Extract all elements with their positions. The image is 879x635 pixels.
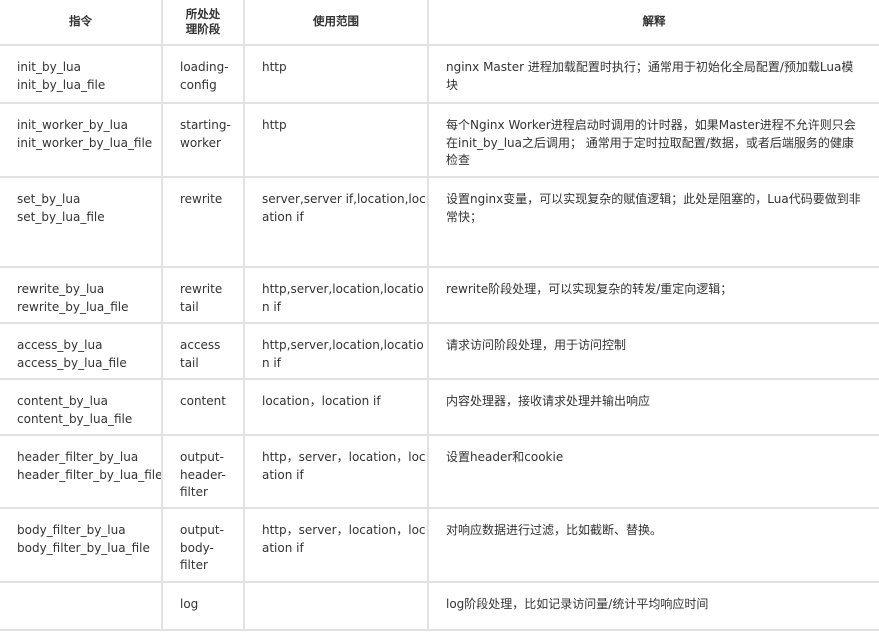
directive-cell: init_by_lua init_by_lua_file bbox=[0, 45, 163, 104]
explain-cell: 设置header和cookie bbox=[428, 435, 879, 509]
directive-cell: header_filter_by_lua header_filter_by_lua… bbox=[0, 435, 163, 509]
directive-cell: content_by_lua content_by_lua_file bbox=[0, 379, 163, 436]
directive-name: body_filter_by_lua bbox=[17, 523, 126, 537]
table-header-row: 指令 所处处 理阶段 使用范围 解释 bbox=[0, 0, 879, 46]
directive-name: init_by_lua bbox=[17, 60, 81, 74]
header-phase: 所处处 理阶段 bbox=[162, 0, 245, 46]
directive-file-name: body_filter_by_lua_file bbox=[17, 540, 150, 555]
scope-cell: http bbox=[244, 103, 429, 178]
directive-file-name: set_by_lua_file bbox=[17, 209, 105, 224]
phase-cell: rewrite bbox=[162, 177, 245, 268]
table-row: rewrite_by_lua rewrite_by_lua_file rewrit… bbox=[0, 267, 879, 324]
phase-cell: access tail bbox=[162, 323, 245, 380]
phase-cell: rewrite tail bbox=[162, 267, 245, 324]
table-row: log log阶段处理，比如记录访问量/统计平均响应时间 bbox=[0, 582, 879, 631]
directive-cell: body_filter_by_lua body_filter_by_lua_fil… bbox=[0, 508, 163, 583]
directive-file-name: rewrite_by_lua_file bbox=[17, 299, 129, 314]
header-directive: 指令 bbox=[0, 0, 163, 46]
explain-cell: 每个Nginx Worker进程启动时调用的计时器，如果Master进程不允许则… bbox=[428, 103, 879, 178]
scope-cell: http，server，location，location if bbox=[244, 508, 429, 583]
phase-cell: output- body- filter bbox=[162, 508, 245, 583]
explain-cell: 内容处理器，接收请求处理并输出响应 bbox=[428, 379, 879, 436]
table-row: access_by_lua access_by_lua_file access t… bbox=[0, 323, 879, 380]
table-row: content_by_lua content_by_lua_file conten… bbox=[0, 379, 879, 436]
scope-cell: server,server if,location,location if bbox=[244, 177, 429, 268]
directive-file-name: init_worker_by_lua_file bbox=[17, 135, 153, 150]
directive-file-name: init_by_lua_file bbox=[17, 77, 106, 92]
directive-name: access_by_lua bbox=[17, 338, 103, 352]
explain-cell: rewrite阶段处理，可以实现复杂的转发/重定向逻辑； bbox=[428, 267, 879, 324]
table-row: body_filter_by_lua body_filter_by_lua_fil… bbox=[0, 508, 879, 583]
header-explain: 解释 bbox=[428, 0, 879, 46]
directive-cell: access_by_lua access_by_lua_file bbox=[0, 323, 163, 380]
explain-cell: 设置nginx变量，可以实现复杂的赋值逻辑；此处是阻塞的，Lua代码要做到非常快… bbox=[428, 177, 879, 268]
scope-cell: http，server，location，location if bbox=[244, 435, 429, 509]
directive-name: init_worker_by_lua bbox=[17, 118, 128, 132]
phase-cell: starting- worker bbox=[162, 103, 245, 178]
table-row: header_filter_by_lua header_filter_by_lua… bbox=[0, 435, 879, 509]
table-row: init_by_lua init_by_lua_file loading- con… bbox=[0, 45, 879, 104]
phase-cell: content bbox=[162, 379, 245, 436]
scope-cell: http bbox=[244, 45, 429, 104]
scope-cell: http,server,location,location if bbox=[244, 323, 429, 380]
directive-name: header_filter_by_lua bbox=[17, 450, 139, 464]
directive-file-name: content_by_lua_file bbox=[17, 411, 133, 426]
explain-cell: log阶段处理，比如记录访问量/统计平均响应时间 bbox=[428, 582, 879, 631]
directive-file-name: access_by_lua_file bbox=[17, 355, 127, 370]
phase-cell: loading- config bbox=[162, 45, 245, 104]
explain-cell: 请求访问阶段处理，用于访问控制 bbox=[428, 323, 879, 380]
explain-cell: nginx Master 进程加载配置时执行；通常用于初始化全局配置/预加载Lu… bbox=[428, 45, 879, 104]
directive-cell: set_by_lua set_by_lua_file bbox=[0, 177, 163, 268]
phase-cell: log bbox=[162, 582, 245, 631]
scope-cell: location，location if bbox=[244, 379, 429, 436]
directive-cell: rewrite_by_lua rewrite_by_lua_file bbox=[0, 267, 163, 324]
explain-cell: 对响应数据进行过滤，比如截断、替换。 bbox=[428, 508, 879, 583]
table-row: set_by_lua set_by_lua_file rewrite server… bbox=[0, 177, 879, 268]
directive-cell: init_worker_by_lua init_worker_by_lua_fil… bbox=[0, 103, 163, 178]
scope-cell bbox=[244, 582, 429, 631]
directive-name: set_by_lua bbox=[17, 192, 81, 206]
phase-cell: output- header- filter bbox=[162, 435, 245, 509]
scope-cell: http,server,location,location if bbox=[244, 267, 429, 324]
directive-file-name: header_filter_by_lua_file bbox=[17, 467, 162, 482]
table-row: init_worker_by_lua init_worker_by_lua_fil… bbox=[0, 103, 879, 178]
header-scope: 使用范围 bbox=[244, 0, 429, 46]
directive-table: 指令 所处处 理阶段 使用范围 解释 init_by_lua init_by_lu… bbox=[0, 0, 879, 631]
directive-name: content_by_lua bbox=[17, 394, 108, 408]
directive-cell bbox=[0, 582, 163, 631]
directive-name: rewrite_by_lua bbox=[17, 282, 105, 296]
